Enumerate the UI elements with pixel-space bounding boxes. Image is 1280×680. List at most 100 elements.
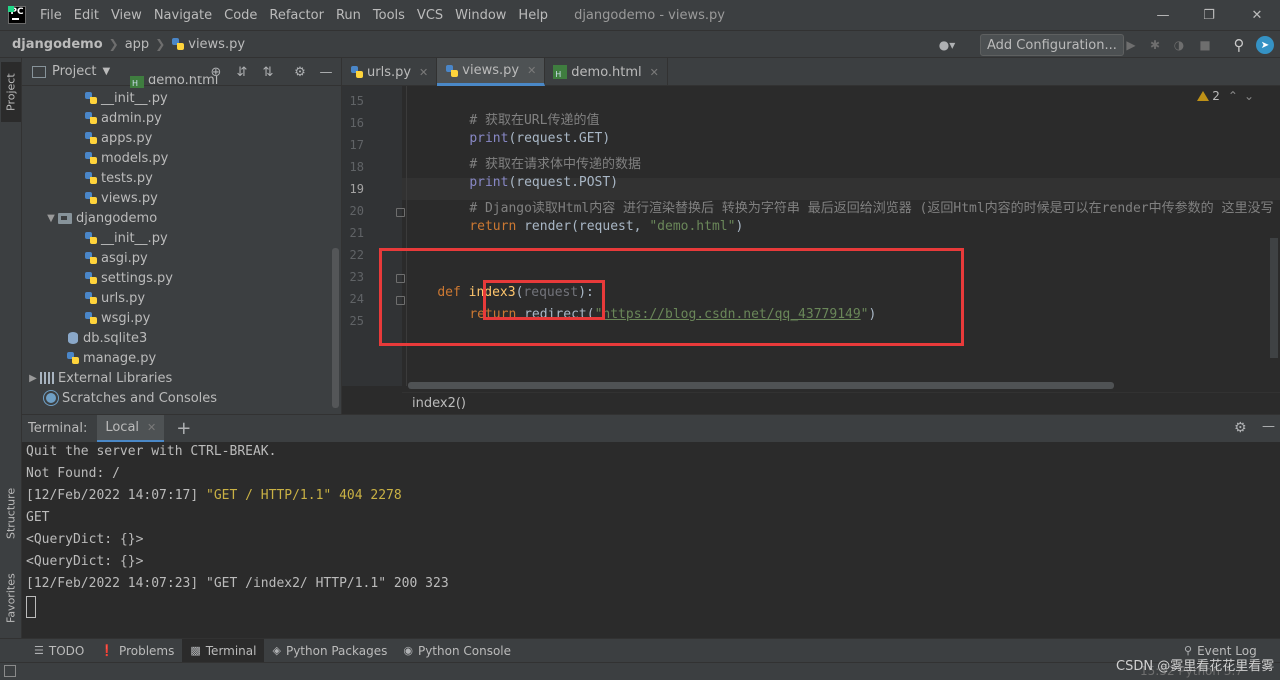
menu-view[interactable]: View [105,8,148,23]
menu-refactor[interactable]: Refactor [263,8,330,23]
breadcrumb-file[interactable]: views.py [188,37,245,52]
debug-icon[interactable]: ✱ [1146,36,1164,54]
tab-views-py[interactable]: views.py ✕ [437,58,546,86]
breadcrumb-project[interactable]: djangodemo [12,37,103,52]
toggle-tool-windows-icon[interactable] [4,665,16,677]
editor-tabs: urls.py ✕ views.py ✕ demo.html ✕ [342,58,1280,86]
chevron-right-icon[interactable]: ▶ [26,373,40,384]
project-panel: Project ▼ ⊕ ⇵ ⇅ ⚙ — demo.html __init__.p… [22,58,342,414]
tree-item[interactable]: models.py [22,148,341,168]
tree-item[interactable]: asgi.py [22,248,341,268]
tree-item-label: demo.html [148,76,219,88]
tree-item[interactable]: __init__.py [22,228,341,248]
project-tool-label: Project [4,73,18,111]
menu-file[interactable]: File [34,8,68,23]
tree-folder[interactable]: ▼ djangodemo [22,208,341,228]
chevron-down-icon[interactable]: ▼ [44,213,58,224]
line-number: 17 [349,138,364,152]
python-file-icon [84,231,98,245]
tree-item[interactable]: demo.html [22,76,341,88]
menu-vcs[interactable]: VCS [411,8,449,23]
tree-item[interactable]: __init__.py [22,88,341,108]
terminal-output[interactable]: Quit the server with CTRL-BREAK. Not Fou… [22,442,1280,638]
project-tree: demo.html __init__.py admin.py apps.py m… [22,76,341,408]
structure-tool-tab[interactable]: Structure [1,478,21,548]
tool-tab-todo[interactable]: ☰ TODO [26,639,92,663]
tab-urls-py[interactable]: urls.py ✕ [342,58,438,86]
menu-tools[interactable]: Tools [367,8,411,23]
code-breadcrumb-bar: index2() [402,392,1280,414]
terminal-tab-label: Local [105,419,140,435]
line-number: 23 [349,270,364,284]
restore-button[interactable]: ❐ [1186,0,1232,30]
hide-panel-icon[interactable]: — [1262,419,1275,434]
terminal-timestamp: [12/Feb/2022 14:07:17] [26,488,207,503]
user-icon[interactable]: ●▾ [932,36,962,54]
problems-icon: ❗ [100,644,115,657]
terminal-icon: ▩ [190,644,201,657]
terminal-tab-local[interactable]: Local ✕ [97,414,165,443]
favorites-tool-tab[interactable]: Favorites [1,563,21,633]
menu-edit[interactable]: Edit [68,8,105,23]
close-tab-icon[interactable]: ✕ [527,64,536,77]
tool-tab-python-packages[interactable]: ◈ Python Packages [264,639,395,663]
tree-item-label: tests.py [101,170,153,186]
tab-demo-html[interactable]: demo.html ✕ [545,58,668,86]
tree-item[interactable]: views.py [22,188,341,208]
close-tab-icon[interactable]: ✕ [650,66,659,79]
ide-update-icon[interactable]: ➤ [1256,36,1274,54]
list-icon: ☰ [34,644,44,657]
tool-tab-problems[interactable]: ❗ Problems [92,639,182,663]
new-terminal-icon[interactable]: + [176,418,191,439]
vertical-scrollbar[interactable] [1270,238,1278,358]
tree-item[interactable]: wsgi.py [22,308,341,328]
search-icon[interactable]: ⚲ [1230,36,1248,54]
tree-folder[interactable]: ▶ External Libraries [22,368,341,388]
tool-tab-terminal[interactable]: ▩ Terminal [182,638,265,663]
menu-run[interactable]: Run [330,8,367,23]
tree-item[interactable]: tests.py [22,168,341,188]
main-menu: File Edit View Navigate Code Refactor Ru… [34,8,554,23]
close-tab-icon[interactable]: ✕ [419,66,428,79]
tree-item[interactable]: admin.py [22,108,341,128]
python-file-icon [84,151,98,165]
terminal-line: Not Found: / [26,466,120,481]
chevron-up-icon[interactable]: ⌃ [1228,89,1238,103]
menu-code[interactable]: Code [218,8,263,23]
tree-item[interactable]: db.sqlite3 [22,328,341,348]
tree-item[interactable]: manage.py [22,348,341,368]
tree-item[interactable]: apps.py [22,128,341,148]
breadcrumb-folder[interactable]: app [125,37,149,52]
minimize-button[interactable]: — [1140,0,1186,30]
fold-marker-icon[interactable] [396,208,405,217]
close-window-button[interactable]: ✕ [1234,0,1280,30]
terminal-header: Terminal: Local ✕ + ⚙ — [22,414,1280,443]
chevron-right-icon: ❯ [155,37,166,51]
tree-item[interactable]: settings.py [22,268,341,288]
warning-count: 2 [1212,89,1220,103]
chevron-down-icon[interactable]: ⌄ [1244,89,1254,103]
tree-item[interactable]: urls.py [22,288,341,308]
menu-help[interactable]: Help [512,8,554,23]
tool-tab-python-console[interactable]: ◉ Python Console [395,639,519,663]
menu-window[interactable]: Window [449,8,512,23]
code-text: ) [735,219,744,234]
inspection-widget[interactable]: 2 ⌃ ⌄ [1197,89,1254,103]
menu-navigate[interactable]: Navigate [148,8,218,23]
horizontal-scrollbar[interactable] [408,382,1114,389]
tree-folder[interactable]: Scratches and Consoles [22,388,341,408]
code-line-20[interactable]: return render(request, "demo.html") [438,204,743,249]
left-tool-strip: Project Structure Favorites [0,58,22,638]
tree-item-label: asgi.py [101,250,148,266]
project-tool-tab[interactable]: Project [1,62,21,122]
close-tab-icon[interactable]: ✕ [147,421,156,434]
code-breadcrumb[interactable]: index2() [412,396,466,411]
run-icon[interactable]: ▶ [1122,36,1140,54]
add-configuration-button[interactable]: Add Configuration... [980,34,1124,56]
packages-icon: ◈ [272,644,281,657]
project-tree-scrollbar[interactable] [332,248,339,408]
stop-icon[interactable]: ■ [1196,36,1214,54]
coverage-icon[interactable]: ◑ [1170,36,1188,54]
gear-icon[interactable]: ⚙ [1234,420,1247,436]
warning-icon [1197,91,1210,101]
